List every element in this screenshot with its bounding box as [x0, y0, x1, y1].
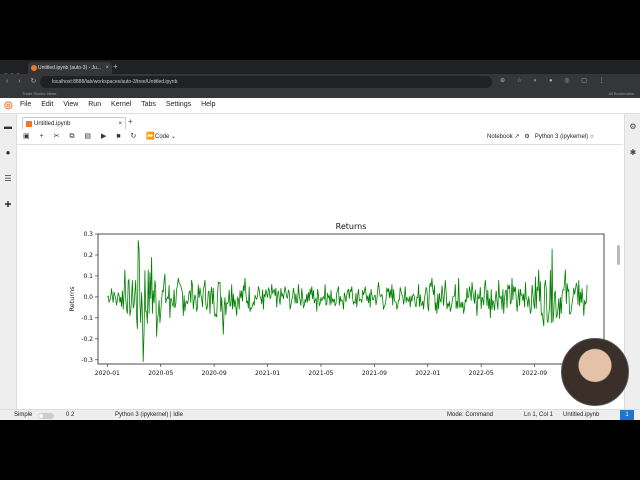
cell-type-value: Code	[155, 134, 170, 140]
all-bookmarks[interactable]: All Bookmarks	[608, 90, 634, 98]
menu-tabs[interactable]: Tabs	[141, 101, 156, 108]
status-counts: 0 2	[66, 412, 75, 418]
simple-mode-label: Simple	[14, 412, 33, 418]
menu-help[interactable]: Help	[201, 101, 215, 108]
y-tick-label: -0.2	[81, 336, 93, 343]
x-tick-label: 2021-05	[308, 370, 333, 377]
y-axis-label: Returns	[68, 286, 76, 312]
returns-chart: ReturnsReturns0.30.20.10.0-0.1-0.2-0.320…	[68, 222, 605, 377]
jupyter-logo-icon: ◎	[4, 100, 13, 111]
paste-icon[interactable]: ▤	[84, 133, 91, 140]
y-tick-label: -0.3	[81, 357, 93, 364]
cut-icon[interactable]: ✂	[54, 133, 60, 140]
extension-icons[interactable]: ⊕ ☆ ◐ ● ◎ ▢ ⋮	[500, 77, 610, 84]
property-inspector-icon[interactable]: ⚙	[625, 122, 640, 140]
x-tick-label: 2020-05	[148, 370, 173, 377]
browser-tab[interactable]: Untitled.ipynb (auto-3) - Ju... ×	[28, 62, 112, 74]
new-tab-button[interactable]: +	[113, 62, 118, 71]
notebook-icon	[26, 121, 32, 127]
address-bar-row: ‹ › ↻ localhost:8888/lab/workspaces/auto…	[0, 74, 640, 90]
gear-icon[interactable]: ⚙	[524, 134, 529, 140]
notebook-area: Returns Returns 0.3 0.2 0.1 0.0 -0.1 -0.2 -0.3 20…	[17, 145, 623, 409]
x-tick-label: 2020-09	[202, 370, 227, 377]
menu-items: File Edit View Run Kernel Tabs Settings …	[20, 101, 224, 108]
nav-buttons-icon[interactable]: ‹ › ↻	[6, 77, 40, 85]
close-icon[interactable]: ×	[118, 118, 122, 130]
y-tick-label: 0.3	[83, 231, 93, 238]
new-launcher-button[interactable]: +	[128, 117, 133, 126]
running-icon[interactable]: ●	[0, 148, 16, 166]
chart-title: Returns	[336, 222, 367, 231]
webcam-overlay	[561, 338, 629, 406]
x-tick-label: 2021-09	[362, 370, 387, 377]
notebook-tab-title: Untitled.ipynb	[34, 121, 71, 127]
x-tick-label: 2022-05	[469, 370, 494, 377]
menu-settings[interactable]: Settings	[166, 101, 191, 108]
y-tick-label: 0.2	[83, 252, 93, 259]
x-tick-label: 2021-01	[255, 370, 280, 377]
notebook-label[interactable]: Notebook	[487, 134, 513, 140]
toc-icon[interactable]: ☰	[0, 174, 16, 192]
insert-cell-icon[interactable]: +	[40, 133, 44, 140]
extensions-icon[interactable]: ✚	[0, 200, 16, 218]
menu-bar: ◎ File Edit View Run Kernel Tabs Setting…	[0, 98, 640, 114]
y-tick-label: -0.1	[81, 315, 93, 322]
kernel-status[interactable]: Python 3 (ipykernel) | Idle	[115, 410, 183, 420]
x-tick-label: 2022-01	[415, 370, 440, 377]
status-filename: Untitled.ipynb	[563, 412, 600, 418]
y-tick-label: 0.1	[83, 273, 93, 280]
menu-view[interactable]: View	[63, 101, 78, 108]
menu-run[interactable]: Run	[88, 101, 101, 108]
folder-icon[interactable]: ▬	[0, 122, 16, 140]
screen: Untitled.ipynb (auto-3) - Ju... × + ‹ › …	[0, 60, 640, 420]
run-icon[interactable]: ▶	[101, 133, 106, 140]
debugger-icon[interactable]: ✱	[625, 148, 640, 166]
notification-icon[interactable]: 1	[620, 410, 634, 420]
chevron-down-icon: ⌄	[171, 134, 177, 140]
kernel-status-icon: ○	[589, 134, 594, 140]
cursor-position[interactable]: Ln 1, Col 1	[524, 410, 553, 420]
menu-kernel[interactable]: Kernel	[111, 101, 131, 108]
x-tick-label: 2020-01	[95, 370, 120, 377]
simple-mode-toggle[interactable]	[38, 413, 54, 419]
fast-forward-icon[interactable]: ⏩	[146, 133, 155, 140]
tab-close-icon[interactable]: ×	[105, 62, 109, 74]
external-link-icon[interactable]: ↗	[514, 134, 519, 140]
kernel-name[interactable]: Python 3 (ipykernel)	[535, 134, 588, 140]
command-mode: Mode: Command	[447, 412, 494, 418]
menu-file[interactable]: File	[20, 101, 31, 108]
menu-edit[interactable]: Edit	[41, 101, 53, 108]
bookmarks-bar: Trade Stocks Ideas All Bookmarks	[0, 90, 640, 98]
stop-icon[interactable]: ■	[116, 133, 120, 140]
toolbar-buttons: ▣ + ✂ ⧉ ▤ ▶ ■ ↻ ⏩	[23, 132, 163, 141]
jupyter-favicon-icon	[31, 65, 37, 71]
y-tick-label: 0.0	[83, 294, 93, 301]
browser-tabstrip: Untitled.ipynb (auto-3) - Ju... × +	[0, 60, 640, 77]
kernel-info: Notebook ↗ ⚙ Python 3 (ipykernel) ○	[487, 133, 593, 140]
left-sidebar: ▬ ● ☰ ✚	[0, 114, 17, 409]
x-tick-label: 2022-09	[522, 370, 547, 377]
save-icon[interactable]: ▣	[23, 133, 30, 140]
notebook-tab[interactable]: Untitled.ipynb ×	[22, 117, 126, 129]
url-field[interactable]: localhost:8888/lab/workspaces/auto-3/tre…	[40, 76, 492, 88]
scrollbar[interactable]	[617, 245, 620, 265]
restart-icon[interactable]: ↻	[131, 133, 137, 140]
copy-icon[interactable]: ⧉	[69, 133, 74, 140]
bookmark-item[interactable]: Trade Stocks Ideas	[22, 90, 56, 98]
notebook-toolbar: ▣ + ✂ ⧉ ▤ ▶ ■ ↻ ⏩ Code ⌄ Notebook ↗ ⚙ Py…	[17, 130, 623, 145]
cell-type-select[interactable]: Code ⌄	[155, 133, 176, 140]
browser-tab-title: Untitled.ipynb (auto-3) - Ju...	[38, 65, 102, 71]
status-bar: Simple 0 2 Python 3 (ipykernel) | Idle M…	[0, 409, 640, 420]
